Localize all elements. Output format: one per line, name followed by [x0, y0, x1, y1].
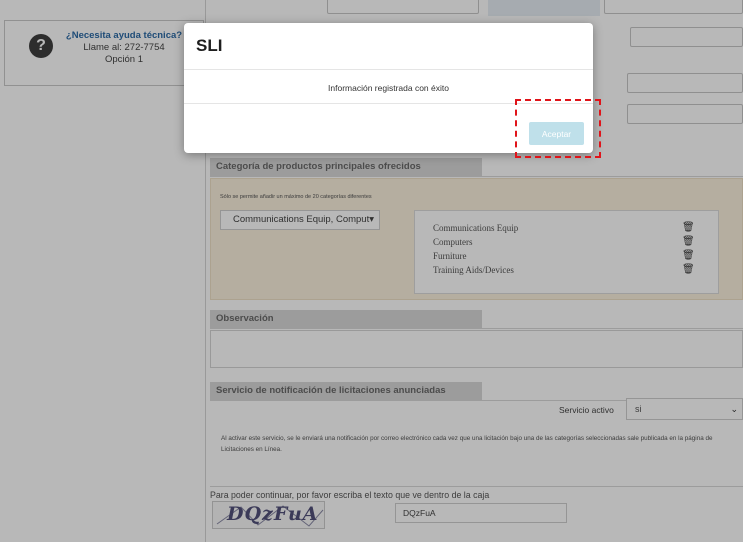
modal-title: SLI [196, 36, 223, 55]
accept-button-highlight [515, 99, 601, 158]
modal-divider-top [184, 69, 593, 70]
modal-message: Información registrada con éxito [328, 83, 449, 93]
